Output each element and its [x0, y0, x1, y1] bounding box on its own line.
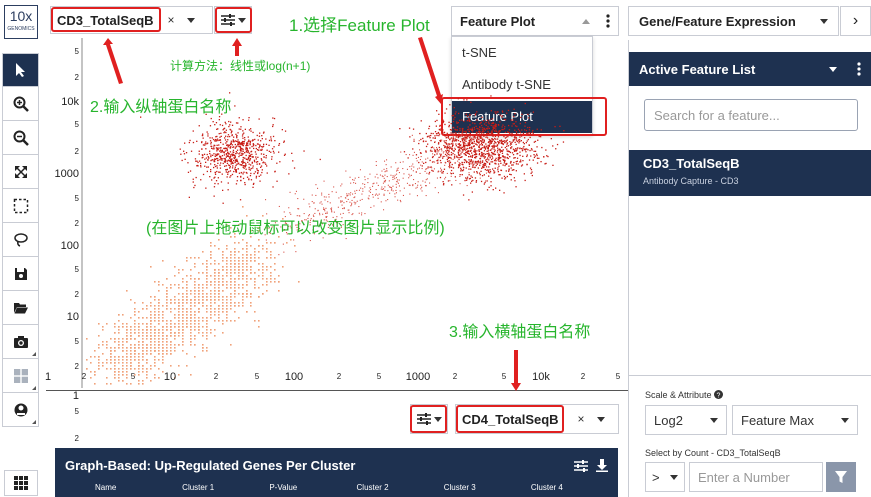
arrow-to-y-selector — [103, 38, 123, 84]
arrow-to-x-selector — [511, 350, 521, 391]
arrow-to-feature-plot — [418, 37, 443, 104]
annotation-arrows — [103, 37, 521, 391]
arrow-to-transform — [232, 38, 242, 56]
